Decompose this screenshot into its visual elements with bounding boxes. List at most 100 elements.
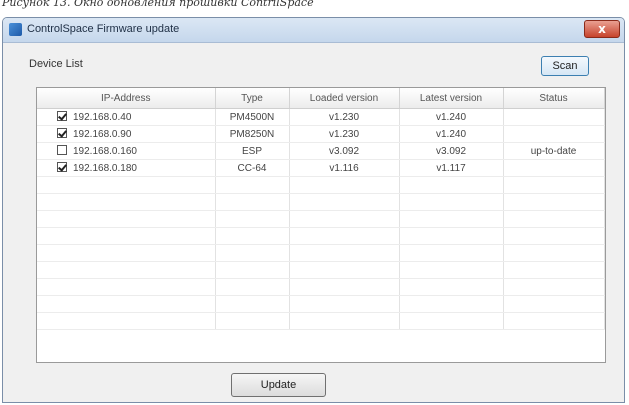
empty-table-row: [37, 278, 605, 296]
empty-cell: [399, 176, 504, 194]
empty-table-row: [37, 295, 605, 313]
device-list-label: Device List: [29, 58, 83, 70]
empty-cell: [215, 176, 290, 194]
empty-table-row: [37, 244, 605, 262]
app-icon: [9, 23, 22, 36]
empty-cell: [289, 210, 400, 228]
cell-status: [503, 125, 605, 143]
empty-table-row: [37, 176, 605, 194]
empty-cell: [37, 176, 216, 194]
empty-table-row: [37, 261, 605, 279]
empty-cell: [215, 278, 290, 296]
row-checkbox[interactable]: [57, 162, 67, 172]
empty-cell: [399, 244, 504, 262]
empty-cell: [289, 193, 400, 211]
cell-loaded-version: v1.230: [289, 125, 400, 143]
ip-address-text: 192.168.0.90: [73, 129, 132, 140]
title-bar[interactable]: ControlSpace Firmware update x: [3, 18, 624, 43]
scan-button[interactable]: Scan: [541, 56, 589, 76]
empty-cell: [399, 278, 504, 296]
empty-cell: [215, 261, 290, 279]
empty-cell: [399, 261, 504, 279]
empty-cell: [289, 278, 400, 296]
empty-cell: [215, 244, 290, 262]
empty-cell: [399, 210, 504, 228]
empty-table-row: [37, 193, 605, 211]
empty-cell: [503, 193, 605, 211]
cell-loaded-version: v3.092: [289, 142, 400, 160]
empty-table-row: [37, 210, 605, 228]
column-header-ip-address[interactable]: IP-Address: [37, 88, 216, 109]
column-header-type[interactable]: Type: [215, 88, 290, 109]
empty-cell: [215, 227, 290, 245]
empty-cell: [37, 193, 216, 211]
empty-cell: [215, 193, 290, 211]
empty-cell: [215, 312, 290, 330]
empty-table-row: [37, 312, 605, 330]
table-header-row: IP-Address Type Loaded version Latest ve…: [37, 88, 605, 109]
empty-cell: [503, 261, 605, 279]
cell-status: [503, 108, 605, 126]
column-header-loaded-version[interactable]: Loaded version: [289, 88, 400, 109]
empty-cell: [37, 210, 216, 228]
cell-type: PM4500N: [215, 108, 290, 126]
ip-address-text: 192.168.0.160: [73, 146, 137, 157]
empty-cell: [215, 295, 290, 313]
firmware-update-dialog: ControlSpace Firmware update x Device Li…: [2, 17, 625, 403]
cell-latest-version: v1.117: [399, 159, 504, 177]
empty-cell: [503, 176, 605, 194]
empty-cell: [289, 176, 400, 194]
table-row[interactable]: 192.168.0.180 CC-64 v1.116 v1.117: [37, 159, 605, 177]
cell-type: PM8250N: [215, 125, 290, 143]
empty-cell: [503, 210, 605, 228]
empty-cell: [399, 312, 504, 330]
cell-status: up-to-date: [503, 142, 605, 160]
cell-latest-version: v3.092: [399, 142, 504, 160]
ip-address-text: 192.168.0.180: [73, 163, 137, 174]
cell-latest-version: v1.240: [399, 125, 504, 143]
empty-cell: [289, 261, 400, 279]
row-checkbox[interactable]: [57, 111, 67, 121]
close-button[interactable]: x: [584, 20, 620, 38]
empty-table-row: [37, 227, 605, 245]
cell-latest-version: v1.240: [399, 108, 504, 126]
empty-cell: [503, 227, 605, 245]
empty-cell: [37, 295, 216, 313]
empty-cell: [289, 295, 400, 313]
window-title: ControlSpace Firmware update: [27, 23, 180, 35]
empty-cell: [399, 193, 504, 211]
row-checkbox[interactable]: [57, 128, 67, 138]
empty-cell: [503, 295, 605, 313]
table-row[interactable]: 192.168.0.40 PM4500N v1.230 v1.240: [37, 108, 605, 126]
empty-cell: [37, 227, 216, 245]
cell-loaded-version: v1.116: [289, 159, 400, 177]
column-header-status[interactable]: Status: [503, 88, 605, 109]
empty-cell: [37, 278, 216, 296]
empty-cell: [399, 227, 504, 245]
empty-cell: [399, 295, 504, 313]
empty-cell: [289, 244, 400, 262]
empty-cell: [503, 244, 605, 262]
table-row[interactable]: 192.168.0.160 ESP v3.092 v3.092 up-to-date: [37, 142, 605, 160]
cell-ip-address: 192.168.0.40: [37, 108, 216, 126]
empty-cell: [289, 312, 400, 330]
column-header-latest-version[interactable]: Latest version: [399, 88, 504, 109]
table-row[interactable]: 192.168.0.90 PM8250N v1.230 v1.240: [37, 125, 605, 143]
empty-cell: [503, 278, 605, 296]
cell-ip-address: 192.168.0.90: [37, 125, 216, 143]
empty-cell: [37, 312, 216, 330]
empty-cell: [503, 312, 605, 330]
cell-type: ESP: [215, 142, 290, 160]
cell-ip-address: 192.168.0.160: [37, 142, 216, 160]
device-table: IP-Address Type Loaded version Latest ve…: [36, 87, 606, 363]
empty-cell: [289, 227, 400, 245]
empty-cell: [37, 261, 216, 279]
ip-address-text: 192.168.0.40: [73, 112, 132, 123]
update-button[interactable]: Update: [231, 373, 326, 397]
figure-caption: Рисунок 13. Окно обновления прошивки Con…: [2, 0, 314, 9]
empty-cell: [215, 210, 290, 228]
cell-loaded-version: v1.230: [289, 108, 400, 126]
cell-type: CC-64: [215, 159, 290, 177]
cell-status: [503, 159, 605, 177]
row-checkbox[interactable]: [57, 145, 67, 155]
